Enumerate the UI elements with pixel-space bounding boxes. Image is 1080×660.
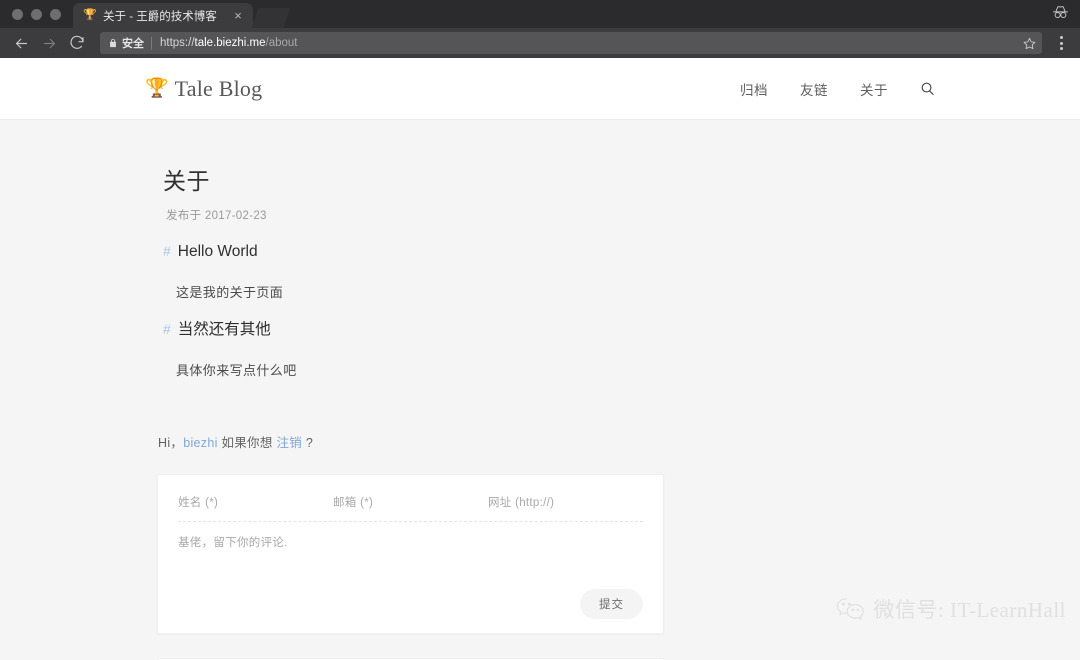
site-brand-name: Tale Blog xyxy=(174,75,263,101)
content-wrapper: 关于 发布于 2017-02-23 # Hello World 这是我的关于页面… xyxy=(145,120,935,660)
name-input[interactable]: 姓名 (*) xyxy=(178,494,333,521)
article-paragraph: 具体你来写点什么吧 xyxy=(176,363,297,378)
window-controls xyxy=(0,9,73,28)
greeting-suffix: ? xyxy=(302,436,314,450)
reload-icon[interactable] xyxy=(64,31,90,55)
trophy-logo-icon: 🏆 xyxy=(145,78,169,99)
comment-textarea[interactable]: 基佬，留下你的评论. xyxy=(178,522,643,589)
address-bar[interactable]: 安全 https://tale.biezhi.me/about xyxy=(100,32,1042,54)
site-brand-link[interactable]: 🏆 Tale Blog xyxy=(145,76,262,102)
omnibox-divider xyxy=(151,36,152,50)
article-heading-text: Hello World xyxy=(177,243,258,260)
comments-section: Hi，biezhi 如果你想 注销 ? 姓名 (*) 邮箱 (*) 网址 (ht… xyxy=(145,432,935,660)
url-host: tale.biezhi.me xyxy=(194,37,266,49)
minimize-window-button[interactable] xyxy=(31,9,42,20)
page-title: 关于 xyxy=(163,168,210,194)
greeting-prefix: Hi， xyxy=(158,436,184,450)
heading-anchor-icon[interactable]: # xyxy=(163,243,171,259)
search-icon[interactable] xyxy=(920,81,935,96)
submit-button[interactable]: 提交 xyxy=(580,589,643,619)
star-icon[interactable] xyxy=(1023,37,1036,50)
three-dot-menu-icon[interactable] xyxy=(1050,31,1072,55)
website-input[interactable]: 网址 (http://) xyxy=(488,494,643,521)
site-header: 🏆 Tale Blog 归档 友链 关于 xyxy=(0,58,1080,120)
secure-label: 安全 xyxy=(122,38,144,50)
url-text: https://tale.biezhi.me/about xyxy=(160,37,1023,49)
lock-icon xyxy=(108,37,118,49)
back-arrow-icon[interactable] xyxy=(8,31,34,55)
tab-favicon-icon: 🏆 xyxy=(83,9,97,21)
tab-title: 关于 - 王爵的技术博客 xyxy=(103,10,217,23)
nav-item-links[interactable]: 友链 xyxy=(800,79,828,99)
article-heading: # 当然还有其他 xyxy=(163,317,935,339)
article-heading: # Hello World xyxy=(163,243,935,261)
article-body: # Hello World 这是我的关于页面 # 当然还有其他 具体你来写点什么… xyxy=(163,243,935,379)
new-tab-button[interactable] xyxy=(251,8,291,28)
site-header-inner: 🏆 Tale Blog 归档 友链 关于 xyxy=(145,76,935,102)
page-viewport: 🏆 Tale Blog 归档 友链 关于 关于 发布于 2017-02-23 #… xyxy=(0,58,1080,660)
browser-toolbar: 安全 https://tale.biezhi.me/about xyxy=(0,28,1080,58)
nav-item-about[interactable]: 关于 xyxy=(860,79,888,99)
current-user-link[interactable]: biezhi xyxy=(183,436,217,450)
tab-strip: 🏆 关于 - 王爵的技术博客 × xyxy=(0,0,1080,28)
comment-form-fields: 姓名 (*) 邮箱 (*) 网址 (http://) xyxy=(178,494,643,521)
main-navigation: 归档 友链 关于 xyxy=(740,79,935,99)
close-tab-icon[interactable]: × xyxy=(231,9,245,23)
logged-in-notice: Hi，biezhi 如果你想 注销 ? xyxy=(158,432,935,451)
maximize-window-button[interactable] xyxy=(50,9,61,20)
browser-window: 🏆 关于 - 王爵的技术博客 × 安全 https://tale.biezhi.… xyxy=(0,0,1080,660)
article-publish-date: 发布于 2017-02-23 xyxy=(166,210,267,222)
close-window-button[interactable] xyxy=(12,9,23,20)
comment-form-footer: 提交 xyxy=(178,589,643,619)
greeting-middle: 如果你想 xyxy=(217,436,277,450)
article-paragraph: 这是我的关于页面 xyxy=(176,285,284,300)
url-path: /about xyxy=(265,37,298,49)
email-input[interactable]: 邮箱 (*) xyxy=(333,494,488,521)
article: 关于 发布于 2017-02-23 # Hello World 这是我的关于页面… xyxy=(145,120,935,379)
url-scheme: https:// xyxy=(160,37,195,49)
logout-link[interactable]: 注销 xyxy=(276,436,302,450)
heading-anchor-icon[interactable]: # xyxy=(163,321,171,337)
nav-item-archive[interactable]: 归档 xyxy=(740,79,768,99)
comment-form-card: 姓名 (*) 邮箱 (*) 网址 (http://) 基佬，留下你的评论. 提交 xyxy=(157,474,664,634)
incognito-icon xyxy=(1051,5,1070,25)
forward-arrow-icon[interactable] xyxy=(36,31,62,55)
article-heading-text: 当然还有其他 xyxy=(177,321,271,338)
browser-tab[interactable]: 🏆 关于 - 王爵的技术博客 × xyxy=(73,3,253,28)
